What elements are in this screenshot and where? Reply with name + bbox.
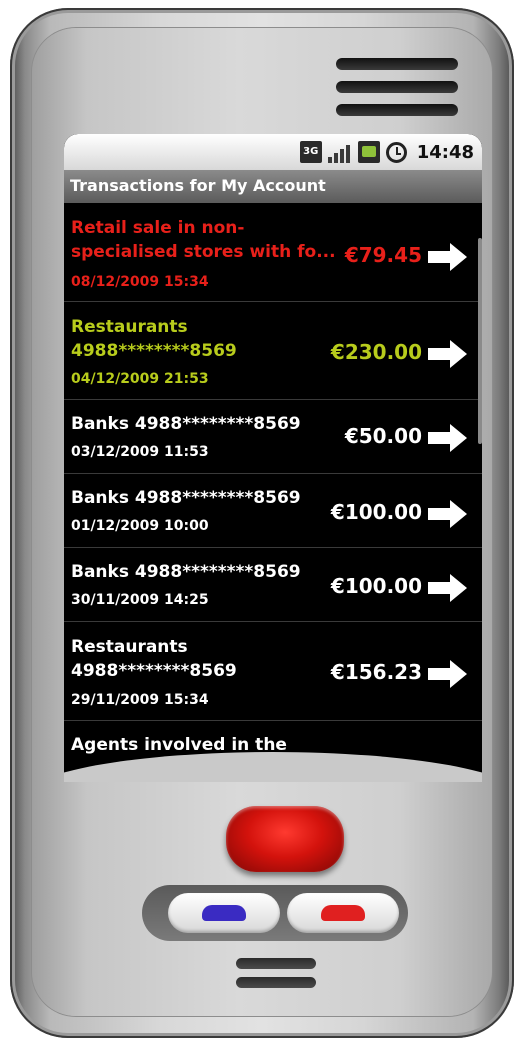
- status-bar: 14:48: [64, 134, 482, 170]
- app-title-bar: Transactions for My Account: [64, 170, 482, 203]
- bottom-grille: [236, 958, 316, 969]
- speaker-grille: [336, 58, 458, 70]
- transaction-amount: €230.00: [330, 340, 422, 364]
- 3g-icon: [299, 141, 322, 163]
- transaction-date: 08/12/2009 15:34: [71, 274, 209, 290]
- call-buttons-tray: [142, 885, 408, 941]
- transaction-row[interactable]: Agents involved in the: [64, 721, 482, 781]
- transaction-amount: €50.00: [344, 424, 422, 448]
- arrow-right-icon[interactable]: [428, 572, 468, 604]
- arrow-right-icon[interactable]: [428, 338, 468, 370]
- transaction-date: 04/12/2009 21:53: [71, 371, 209, 387]
- transaction-description: Agents involved in the: [71, 735, 287, 755]
- signal-icon: [327, 141, 352, 163]
- transaction-row[interactable]: Restaurants 4988********8569 04/12/2009 …: [64, 302, 482, 400]
- arrow-right-icon[interactable]: [428, 422, 468, 454]
- page-title: Transactions for My Account: [70, 176, 326, 195]
- transaction-list[interactable]: Retail sale in non- specialised stores w…: [64, 203, 482, 781]
- transaction-amount: €100.00: [330, 500, 422, 524]
- transaction-amount: €156.23: [330, 660, 422, 684]
- sms-icon: [357, 141, 380, 163]
- call-button[interactable]: [168, 893, 280, 933]
- screen: 14:48 Transactions for My Account Retail…: [64, 134, 482, 782]
- transaction-row[interactable]: Banks 4988********8569 03/12/2009 11:53 …: [64, 400, 482, 474]
- transaction-description: Banks 4988********8569: [71, 488, 301, 508]
- scrollbar[interactable]: [478, 238, 482, 444]
- end-call-icon: [321, 905, 365, 921]
- speaker-grille: [336, 81, 458, 93]
- transaction-description: Banks 4988********8569: [71, 414, 301, 434]
- transaction-amount: €100.00: [330, 574, 422, 598]
- transaction-description: Restaurants 4988********8569: [71, 317, 237, 361]
- alarm-icon: [385, 141, 407, 163]
- transaction-date: 01/12/2009 10:00: [71, 518, 209, 534]
- status-time: 14:48: [416, 141, 474, 163]
- transaction-row[interactable]: Banks 4988********8569 30/11/2009 14:25 …: [64, 548, 482, 622]
- transaction-date: 03/12/2009 11:53: [71, 444, 209, 460]
- transaction-date: 30/11/2009 14:25: [71, 592, 209, 608]
- transaction-amount: €79.45: [344, 243, 422, 267]
- home-button[interactable]: [226, 806, 344, 872]
- transaction-description: Retail sale in non- specialised stores w…: [71, 218, 336, 262]
- call-icon: [202, 905, 246, 921]
- arrow-right-icon[interactable]: [428, 658, 468, 690]
- arrow-right-icon[interactable]: [428, 241, 468, 273]
- end-call-button[interactable]: [287, 893, 399, 933]
- transaction-row[interactable]: Retail sale in non- specialised stores w…: [64, 203, 482, 302]
- transaction-description: Restaurants 4988********8569: [71, 637, 237, 681]
- bottom-grille: [236, 977, 316, 988]
- transaction-description: Banks 4988********8569: [71, 562, 301, 582]
- transaction-row[interactable]: Banks 4988********8569 01/12/2009 10:00 …: [64, 474, 482, 548]
- transaction-date: 29/11/2009 15:34: [71, 692, 209, 708]
- transaction-row[interactable]: Restaurants 4988********8569 29/11/2009 …: [64, 622, 482, 721]
- speaker-grille: [336, 104, 458, 116]
- arrow-right-icon[interactable]: [428, 498, 468, 530]
